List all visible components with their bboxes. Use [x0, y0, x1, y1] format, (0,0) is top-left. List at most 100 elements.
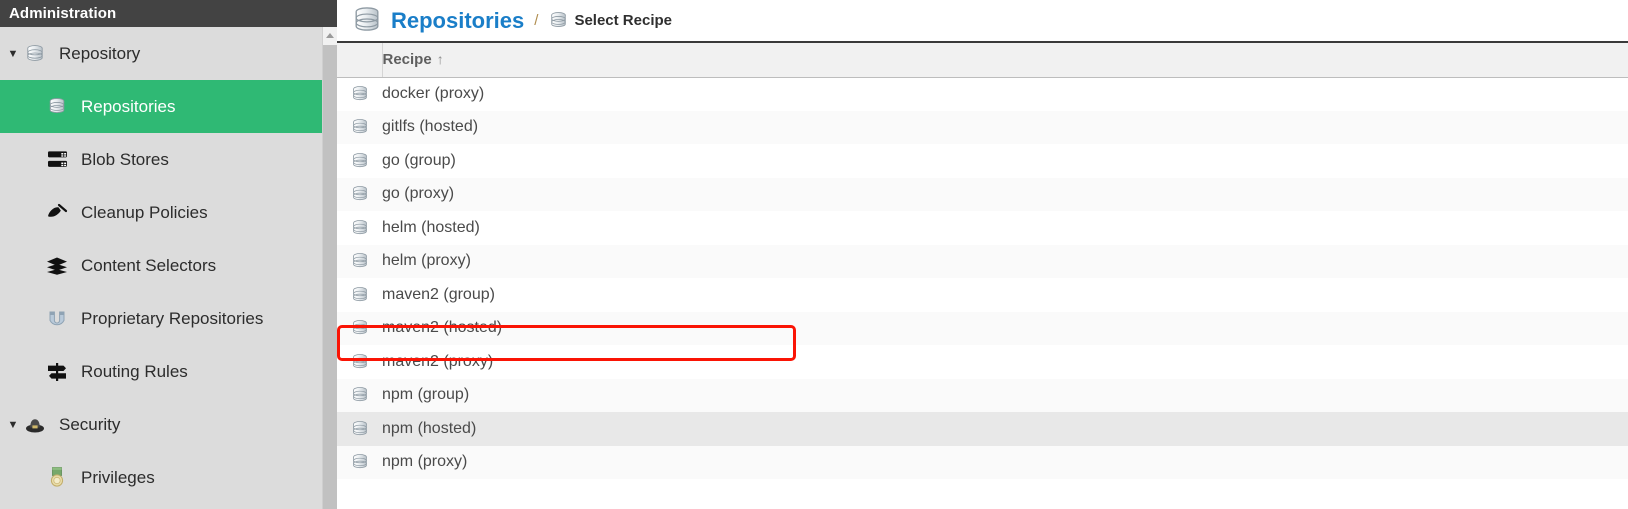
admin-page: Administration ▼ Repository Repositories — [0, 0, 1628, 509]
row-icon-cell — [337, 111, 382, 145]
sidebar-item-blob-stores[interactable]: Blob Stores — [0, 133, 337, 186]
sidebar-group-security[interactable]: ▼ Security — [0, 398, 337, 451]
sidebar-scrollbar[interactable] — [322, 27, 337, 509]
database-icon — [351, 252, 369, 270]
row-icon-cell — [337, 312, 382, 346]
administration-title: Administration — [9, 5, 117, 22]
table-row-maven2-hosted[interactable]: maven2 (hosted) — [337, 311, 1628, 346]
sidebar-item-label-privileges: Privileges — [81, 467, 155, 487]
row-recipe-cell: docker (proxy) — [382, 85, 485, 102]
table-row[interactable]: helm (hosted) — [337, 211, 1628, 245]
table-row[interactable]: go (proxy) — [337, 177, 1628, 212]
row-recipe-cell: npm (proxy) — [382, 453, 468, 471]
layers-icon — [44, 254, 70, 278]
recipe-table-body: docker (proxy) gitlfs (hosted) go (group… — [337, 77, 1628, 479]
database-icon — [351, 118, 369, 136]
recipe-table: Recipe ↑ docker (proxy) gitlfs (hosted) g… — [337, 43, 1628, 479]
row-icon-cell — [337, 278, 382, 312]
database-icon — [351, 319, 369, 337]
scroll-up-arrow-icon[interactable] — [323, 27, 337, 43]
row-icon-cell — [337, 178, 382, 212]
table-row[interactable]: maven2 (proxy) — [337, 345, 1628, 379]
row-icon-cell — [337, 144, 382, 178]
breadcrumb-current-select-recipe: Select Recipe — [574, 12, 672, 29]
sidebar-item-cleanup-policies[interactable]: Cleanup Policies — [0, 186, 337, 239]
table-row[interactable]: npm (group) — [337, 378, 1628, 413]
database-icon — [44, 95, 70, 119]
table-row[interactable]: go (group) — [337, 144, 1628, 178]
breadcrumb-link-repositories[interactable]: Repositories — [391, 8, 524, 34]
sidebar-item-label-content-selectors: Content Selectors — [81, 255, 217, 275]
sidebar-item-label-routing-rules: Routing Rules — [81, 361, 188, 381]
row-recipe-cell: npm (group) — [382, 386, 470, 404]
column-header-recipe[interactable]: Recipe ↑ — [382, 43, 1628, 78]
table-row[interactable]: docker (proxy) — [337, 77, 1628, 111]
row-recipe-cell: helm (hosted) — [382, 218, 480, 236]
magnet-icon — [44, 307, 70, 331]
chevron-down-icon[interactable]: ▼ — [4, 48, 22, 60]
row-recipe-cell: go (proxy) — [382, 185, 455, 203]
server-stack-icon — [44, 148, 70, 172]
row-recipe-cell: gitlfs (hosted) — [382, 118, 479, 136]
row-icon-cell — [337, 446, 382, 480]
row-recipe-cell: maven2 (group) — [382, 285, 495, 303]
database-icon — [351, 286, 369, 304]
row-recipe-cell: maven2 (hosted) — [382, 319, 503, 337]
database-icon — [548, 11, 568, 31]
sidebar-group-label-repository: Repository — [59, 43, 141, 63]
sidebar-item-routing-rules[interactable]: Routing Rules — [0, 345, 337, 398]
database-icon — [351, 353, 369, 371]
sidebar-group-label-security: Security — [59, 414, 121, 434]
sidebar-nav: ▼ Repository Repositories Blob Stores Cl… — [0, 27, 337, 504]
signpost-icon — [44, 360, 70, 384]
sidebar-scrollbar-thumb[interactable] — [323, 45, 337, 509]
column-header-icon — [337, 43, 383, 78]
database-icon — [22, 42, 48, 66]
database-icon — [351, 420, 369, 438]
sidebar-item-label-blob-stores: Blob Stores — [81, 149, 169, 169]
sort-ascending-icon: ↑ — [436, 51, 444, 68]
sidebar-item-privileges[interactable]: Privileges — [0, 451, 337, 504]
admin-sidebar: Administration ▼ Repository Repositories — [0, 0, 337, 509]
breadcrumb-separator: / — [534, 12, 539, 29]
database-icon — [351, 219, 369, 237]
sidebar-item-proprietary-repositories[interactable]: Proprietary Repositories — [0, 292, 337, 345]
sidebar-item-content-selectors[interactable]: Content Selectors — [0, 239, 337, 292]
row-recipe-cell: npm (hosted) — [382, 419, 477, 437]
database-icon — [351, 152, 369, 170]
database-icon — [351, 85, 369, 103]
table-row[interactable]: npm (hosted) — [337, 412, 1628, 446]
database-icon — [351, 185, 369, 203]
sidebar-item-repositories[interactable]: Repositories — [0, 80, 337, 133]
row-icon-cell — [337, 77, 382, 111]
sidebar-item-label-proprietary-repositories: Proprietary Repositories — [81, 308, 264, 328]
database-icon — [351, 453, 369, 471]
main-panel: Repositories / Select Recipe Recipe ↑ doc… — [337, 0, 1628, 509]
broom-icon — [44, 201, 70, 225]
recipe-table-header: Recipe ↑ — [337, 43, 1628, 78]
administration-header: Administration — [0, 0, 337, 27]
sidebar-group-repository[interactable]: ▼ Repository — [0, 27, 337, 80]
table-row[interactable]: helm (proxy) — [337, 244, 1628, 279]
row-icon-cell — [337, 345, 382, 379]
table-row[interactable]: gitlfs (hosted) — [337, 110, 1628, 145]
row-icon-cell — [337, 379, 382, 413]
row-recipe-cell: maven2 (proxy) — [382, 352, 494, 370]
sidebar-item-label-cleanup-policies: Cleanup Policies — [81, 202, 208, 222]
row-icon-cell — [337, 412, 382, 446]
table-header-row: Recipe ↑ — [337, 43, 1628, 78]
column-header-recipe-label: Recipe — [382, 51, 432, 69]
database-icon — [351, 386, 369, 404]
chevron-down-icon[interactable]: ▼ — [4, 419, 22, 431]
breadcrumb: Repositories / Select Recipe — [337, 0, 1628, 43]
row-recipe-cell: helm (proxy) — [382, 252, 471, 270]
row-icon-cell — [337, 245, 382, 279]
shield-icon — [22, 413, 48, 437]
table-row[interactable]: npm (proxy) — [337, 445, 1628, 480]
table-row[interactable]: maven2 (group) — [337, 278, 1628, 312]
database-icon — [351, 5, 383, 37]
row-recipe-cell: go (group) — [382, 151, 456, 169]
sidebar-item-label-repositories: Repositories — [81, 96, 176, 116]
row-icon-cell — [337, 211, 382, 245]
medal-icon — [44, 466, 70, 490]
